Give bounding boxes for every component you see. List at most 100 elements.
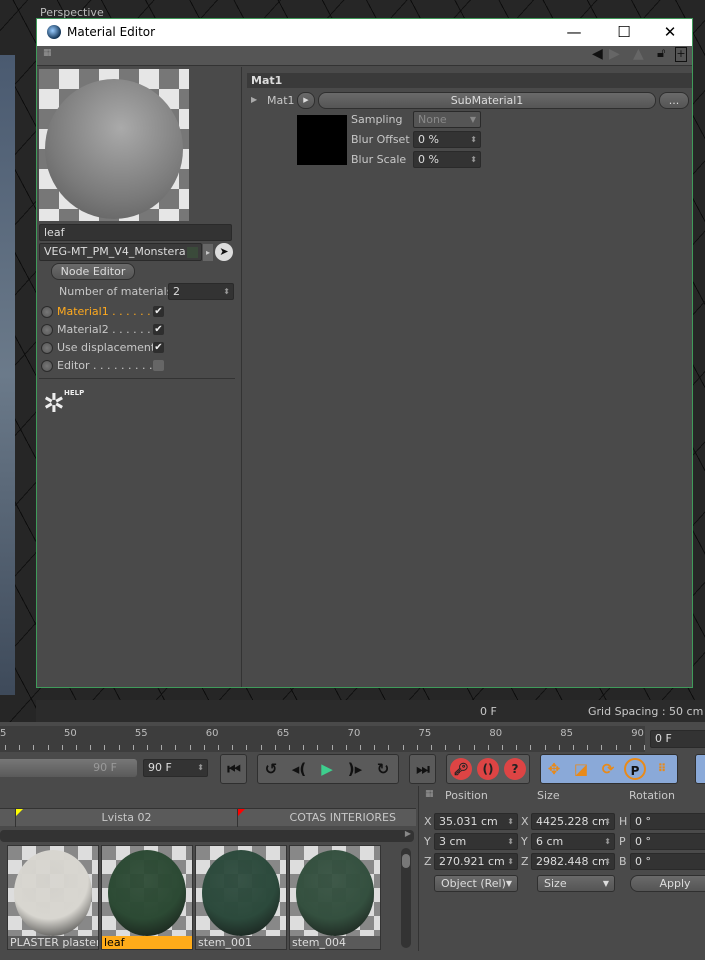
up-arrow-icon[interactable]: ▲ xyxy=(633,46,644,62)
coordinate-mode-dropdown[interactable]: Object (Rel) ▼ xyxy=(434,875,518,892)
record-key-icon[interactable]: 🔑︎ xyxy=(450,758,472,780)
blur-offset-field[interactable]: 0 % ⬍ xyxy=(413,131,481,148)
checkbox-checked-icon[interactable]: ✔ xyxy=(153,342,164,353)
end-frame-field[interactable]: 90 F ⬍ xyxy=(143,759,208,777)
stepper-icon[interactable]: ⬍ xyxy=(470,132,477,147)
scale-icon[interactable]: ◪ xyxy=(570,758,592,780)
channel-material2[interactable]: Material2 . . . . . . . ✔ xyxy=(39,322,239,340)
timeline-icon[interactable] xyxy=(695,754,705,784)
material-sphere xyxy=(14,850,92,936)
material-thumbnail[interactable]: stem_004 xyxy=(289,845,381,950)
material-thumbnail[interactable]: PLASTER plaster-pa xyxy=(7,845,99,950)
preview-sphere xyxy=(45,79,183,219)
back-arrow-icon[interactable]: ◀ xyxy=(592,46,603,62)
more-button[interactable]: ... xyxy=(659,92,689,109)
stepper-icon[interactable]: ⬍ xyxy=(470,152,477,167)
previous-key-icon[interactable]: ↺ xyxy=(260,758,282,780)
rotate-icon[interactable]: ⟳ xyxy=(597,758,619,780)
radio-icon[interactable] xyxy=(41,342,53,354)
blur-scale-field[interactable]: 0 % ⬍ xyxy=(413,151,481,168)
go-to-end-icon[interactable]: ⏭ xyxy=(412,758,434,780)
current-frame-field[interactable]: 0 F xyxy=(650,730,705,748)
point-level-icon[interactable]: ⠿ xyxy=(651,758,673,780)
pick-cursor-icon[interactable]: ➤ xyxy=(215,243,233,261)
keyframe-selection-icon[interactable]: ? xyxy=(504,758,526,780)
sampling-label: Sampling xyxy=(351,113,403,126)
horizontal-scrollbar[interactable]: ▶ xyxy=(0,829,414,842)
material-thumbnail[interactable]: stem_001 xyxy=(195,845,287,950)
rotation-field[interactable]: 0 ° xyxy=(630,833,705,850)
checkbox-unchecked-icon[interactable] xyxy=(153,360,164,371)
channel-material1[interactable]: Material1 . . . . . . . . ✔ xyxy=(39,304,239,322)
apply-button[interactable]: Apply xyxy=(630,875,705,892)
stepper-icon[interactable]: ⬍ xyxy=(604,854,611,869)
stepper-icon[interactable]: ⬍ xyxy=(604,834,611,849)
radio-icon[interactable] xyxy=(41,360,53,372)
new-window-icon[interactable]: + xyxy=(675,47,687,62)
channel-use-displacement[interactable]: Use displacement ✔ xyxy=(39,340,239,358)
minimize-button[interactable]: — xyxy=(559,22,589,42)
position-field[interactable]: 270.921 cm ⬍ xyxy=(434,853,518,870)
node-editor-button[interactable]: Node Editor xyxy=(51,263,135,280)
submaterial-button[interactable]: SubMaterial1 xyxy=(318,92,656,109)
scroll-thumb[interactable] xyxy=(402,854,410,868)
material-thumbnail[interactable]: leaf xyxy=(101,845,193,950)
previous-frame-icon[interactable]: ◂( xyxy=(288,758,310,780)
title-bar[interactable]: Material Editor — ☐ ✕ xyxy=(37,19,692,46)
size-field[interactable]: 6 cm ⬍ xyxy=(531,833,615,850)
timeline-ruler[interactable]: 5 50 55 60 65 70 75 80 85 90 xyxy=(0,726,645,752)
play-icon[interactable]: ▶ xyxy=(316,758,338,780)
expand-triangle-icon[interactable]: ▶ xyxy=(251,95,257,104)
end-frame-slider[interactable]: 90 F xyxy=(0,759,137,777)
vertical-scrollbar[interactable] xyxy=(401,848,411,948)
radio-icon[interactable] xyxy=(41,306,53,318)
move-icon[interactable]: ✥ xyxy=(543,758,565,780)
sampling-dropdown[interactable]: None ▼ xyxy=(413,111,481,128)
material-preview[interactable] xyxy=(39,69,189,221)
take-cotas-interiores[interactable]: COTAS INTERIORES xyxy=(237,809,416,827)
material-name-field[interactable]: leaf xyxy=(39,224,232,241)
num-materials-field[interactable]: 2 ⬍ xyxy=(168,283,234,300)
close-button[interactable]: ✕ xyxy=(655,22,685,42)
stepper-icon[interactable]: ⬍ xyxy=(604,814,611,829)
parameter-icon[interactable]: P xyxy=(624,758,646,780)
scroll-right-icon[interactable]: ▶ xyxy=(405,829,411,838)
next-frame-icon[interactable]: )▸ xyxy=(344,758,366,780)
stepper-icon[interactable]: ⬍ xyxy=(507,834,514,849)
go-to-start-icon[interactable]: ⏮ xyxy=(223,758,245,780)
radio-icon[interactable] xyxy=(41,324,53,336)
lock-icon[interactable]: 🔓︎ xyxy=(657,46,665,61)
octane-help-icon[interactable]: ✲ xyxy=(43,389,65,419)
link-arrow-button[interactable]: ▶ xyxy=(297,92,315,109)
checkbox-checked-icon[interactable]: ✔ xyxy=(153,324,164,335)
size-field[interactable]: 2982.448 cm ⬍ xyxy=(531,853,615,870)
position-field[interactable]: 3 cm ⬍ xyxy=(434,833,518,850)
maximize-button[interactable]: ☐ xyxy=(609,22,639,42)
stepper-icon[interactable]: ⬍ xyxy=(507,854,514,869)
expand-arrow-icon[interactable]: ▸ xyxy=(203,244,213,261)
timeline-tick xyxy=(487,745,489,750)
material-type-field[interactable]: VEG-MT_PM_V4_Monstera xyxy=(39,243,202,261)
channel-editor[interactable]: Editor . . . . . . . . . . xyxy=(39,358,239,376)
checkbox-checked-icon[interactable]: ✔ xyxy=(153,306,164,317)
grip-icon[interactable]: ▦ xyxy=(43,48,52,58)
rotation-field[interactable]: 0 ° xyxy=(630,813,705,830)
stepper-icon[interactable]: ⬍ xyxy=(507,814,514,829)
forward-arrow-icon[interactable]: ▶ xyxy=(609,46,620,62)
timeline-tick-label: 75 xyxy=(418,728,432,739)
axis-label: X xyxy=(424,815,432,828)
size-field[interactable]: 4425.228 cm ⬍ xyxy=(531,813,615,830)
timeline-tick xyxy=(232,745,234,750)
timeline-tick xyxy=(47,745,49,750)
timeline-tick xyxy=(601,745,603,750)
take-lvista-02[interactable]: Lvista 02 xyxy=(15,809,237,827)
size-mode-dropdown[interactable]: Size ▼ xyxy=(537,875,615,892)
next-key-icon[interactable]: ↻ xyxy=(372,758,394,780)
grip-icon[interactable]: ▦ xyxy=(425,789,434,799)
auto-keying-icon[interactable]: () xyxy=(477,758,499,780)
stepper-icon[interactable]: ⬍ xyxy=(197,760,204,775)
stepper-icon[interactable]: ⬍ xyxy=(223,284,230,299)
num-materials-value: 2 xyxy=(173,285,180,298)
position-field[interactable]: 35.031 cm ⬍ xyxy=(434,813,518,830)
rotation-field[interactable]: 0 ° xyxy=(630,853,705,870)
